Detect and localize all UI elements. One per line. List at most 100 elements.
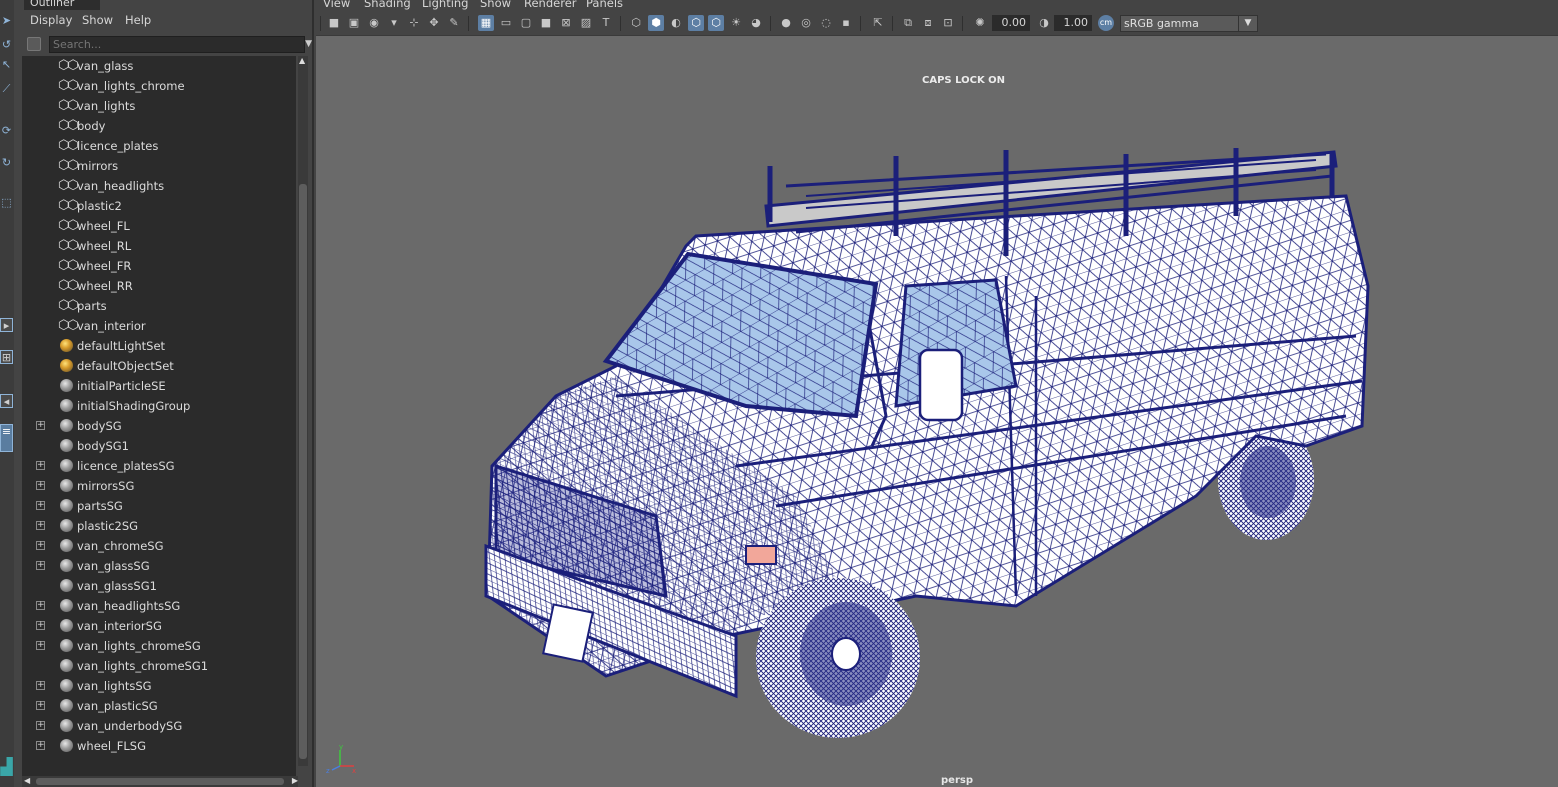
expand-icon[interactable]: + <box>36 701 45 710</box>
scroll-right-icon[interactable]: ▶ <box>292 776 298 785</box>
outliner-item[interactable]: + van_chromeSG <box>22 536 296 556</box>
outliner-item[interactable]: + bodySG <box>22 416 296 436</box>
safe-title-icon[interactable]: T <box>598 15 614 31</box>
outliner-item[interactable]: ⬡⬡ body <box>22 116 296 136</box>
expand-icon[interactable]: + <box>36 501 45 510</box>
scrollbar-thumb-horizontal[interactable] <box>36 778 284 785</box>
outliner-item[interactable]: van_lights_chromeSG1 <box>22 656 296 676</box>
grid-icon[interactable]: ▦ <box>478 15 494 31</box>
expand-icon[interactable]: + <box>36 741 45 750</box>
scroll-left-icon[interactable]: ◀ <box>24 776 30 785</box>
2d-pan-zoom-icon[interactable]: ✥ <box>426 15 442 31</box>
outliner-item[interactable]: + van_lights_chromeSG <box>22 636 296 656</box>
outliner-item[interactable]: bodySG1 <box>22 436 296 456</box>
use-default-material-icon[interactable]: ◐ <box>668 15 684 31</box>
outliner-item[interactable]: ⬡⬡ wheel_RL <box>22 236 296 256</box>
outliner-item[interactable]: + van_headlightsSG <box>22 596 296 616</box>
outliner-horizontal-scrollbar[interactable]: ◀ ▶ <box>22 776 298 787</box>
multisample-aa-icon[interactable]: ◌ <box>818 15 834 31</box>
outliner-item[interactable]: ⬡⬡ wheel_FL <box>22 216 296 236</box>
image-plane-icon[interactable]: ⊹ <box>406 15 422 31</box>
expand-icon[interactable]: + <box>36 541 45 550</box>
outliner-item[interactable]: + van_glassSG <box>22 556 296 576</box>
bookmark-icon[interactable]: ▾ <box>386 15 402 31</box>
single-pane-layout-icon[interactable]: ▸ <box>0 318 13 332</box>
outliner-item[interactable]: ⬡⬡ van_glass <box>22 56 296 76</box>
outliner-item[interactable]: ⬡⬡ parts <box>22 296 296 316</box>
outliner-item[interactable]: + van_lightsSG <box>22 676 296 696</box>
outliner-item[interactable]: ⬡⬡ wheel_RR <box>22 276 296 296</box>
four-pane-layout-icon[interactable]: ⊞ <box>0 350 13 364</box>
xray-components-icon[interactable]: ⊡ <box>940 15 956 31</box>
menu-panels[interactable]: Panels <box>586 0 623 10</box>
outliner-item[interactable]: ⬡⬡ wheel_FR <box>22 256 296 276</box>
3d-viewport[interactable]: CAPS LOCK ON persp y x z <box>316 36 1558 787</box>
van-wireframe-model[interactable] <box>316 36 1558 787</box>
grease-pencil-icon[interactable]: ✎ <box>446 15 462 31</box>
outliner-item[interactable]: initialParticleSE <box>22 376 296 396</box>
outliner-item[interactable]: ⬡⬡ van_headlights <box>22 176 296 196</box>
gamma-field[interactable]: 1.00 <box>1054 15 1092 31</box>
outliner-item[interactable]: defaultObjectSet <box>22 356 296 376</box>
menu-shading[interactable]: Shading <box>364 0 411 10</box>
scale-tool-icon[interactable]: ↻ <box>0 156 13 170</box>
outliner-item[interactable]: initialShadingGroup <box>22 396 296 416</box>
outliner-item[interactable]: ⬡⬡ van_lights <box>22 96 296 116</box>
isolate-select-icon[interactable]: ⇱ <box>870 15 886 31</box>
outliner-item[interactable]: van_glassSG1 <box>22 576 296 596</box>
motion-blur-icon[interactable]: ◎ <box>798 15 814 31</box>
color-management-icon[interactable]: cm <box>1098 15 1114 31</box>
outliner-item[interactable]: ⬡⬡ van_interior <box>22 316 296 336</box>
bookmarks-icon[interactable]: ◉ <box>366 15 382 31</box>
shadows-icon[interactable]: ◕ <box>748 15 764 31</box>
expand-icon[interactable]: + <box>36 421 45 430</box>
wireframe-on-shaded-icon[interactable]: ⬡ <box>688 15 704 31</box>
menu-renderer[interactable]: Renderer <box>524 0 577 10</box>
xray-icon[interactable]: ⧉ <box>900 15 916 31</box>
menu-show[interactable]: Show <box>82 13 113 27</box>
outliner-item[interactable]: + wheel_FLSG <box>22 736 296 756</box>
expand-icon[interactable]: + <box>36 561 45 570</box>
film-gate-icon[interactable]: ▭ <box>498 15 514 31</box>
lasso-tool-icon[interactable]: ↺ <box>0 38 13 52</box>
gate-mask-icon[interactable]: ■ <box>538 15 554 31</box>
filter-icon[interactable] <box>27 37 41 51</box>
paint-select-tool-icon[interactable]: ↖ <box>0 58 13 72</box>
outliner-item[interactable]: defaultLightSet <box>22 336 296 356</box>
safe-action-icon[interactable]: ▨ <box>578 15 594 31</box>
color-space-dropdown[interactable]: sRGB gamma ▼ <box>1120 15 1258 32</box>
resolution-gate-icon[interactable]: ▢ <box>518 15 534 31</box>
depth-of-field-icon[interactable]: ▪ <box>838 15 854 31</box>
expand-icon[interactable]: + <box>36 681 45 690</box>
outliner-item[interactable]: + plastic2SG <box>22 516 296 536</box>
search-dropdown-icon[interactable]: ▼ <box>305 39 312 49</box>
expand-icon[interactable]: + <box>36 601 45 610</box>
menu-lighting[interactable]: Lighting <box>422 0 468 10</box>
expand-icon[interactable]: + <box>36 461 45 470</box>
rotate-tool-icon[interactable]: ⟳ <box>0 124 13 138</box>
outliner-item[interactable]: + van_interiorSG <box>22 616 296 636</box>
two-pane-layout-icon[interactable]: ◂ <box>0 394 13 408</box>
chevron-down-icon[interactable]: ▼ <box>1238 16 1257 31</box>
field-chart-icon[interactable]: ⊠ <box>558 15 574 31</box>
menu-display[interactable]: Display <box>30 13 72 27</box>
scroll-up-icon[interactable]: ▲ <box>299 56 305 65</box>
outliner-item[interactable]: ⬡⬡ van_lights_chrome <box>22 76 296 96</box>
scrollbar-thumb[interactable] <box>299 184 307 759</box>
select-camera-icon[interactable]: ■ <box>326 15 342 31</box>
use-all-lights-icon[interactable]: ☀ <box>728 15 744 31</box>
menu-help[interactable]: Help <box>125 13 151 27</box>
menu-show-viewport[interactable]: Show <box>480 0 511 10</box>
script-editor-icon[interactable]: ▟ <box>0 759 13 775</box>
move-tool-icon[interactable]: ⟋ <box>0 82 13 96</box>
outliner-item[interactable]: ⬡⬡ mirrors <box>22 156 296 176</box>
outliner-item[interactable]: + van_plasticSG <box>22 696 296 716</box>
expand-icon[interactable]: + <box>36 481 45 490</box>
outliner-item[interactable]: + partsSG <box>22 496 296 516</box>
xray-joints-icon[interactable]: ⧈ <box>920 15 936 31</box>
exposure-icon[interactable]: ✺ <box>972 15 988 31</box>
textured-icon[interactable]: ⬡ <box>708 15 724 31</box>
outliner-layout-icon[interactable]: ≡ <box>0 424 13 452</box>
wireframe-icon[interactable]: ⬡ <box>628 15 644 31</box>
outliner-title-tab[interactable]: Outliner <box>24 0 100 10</box>
